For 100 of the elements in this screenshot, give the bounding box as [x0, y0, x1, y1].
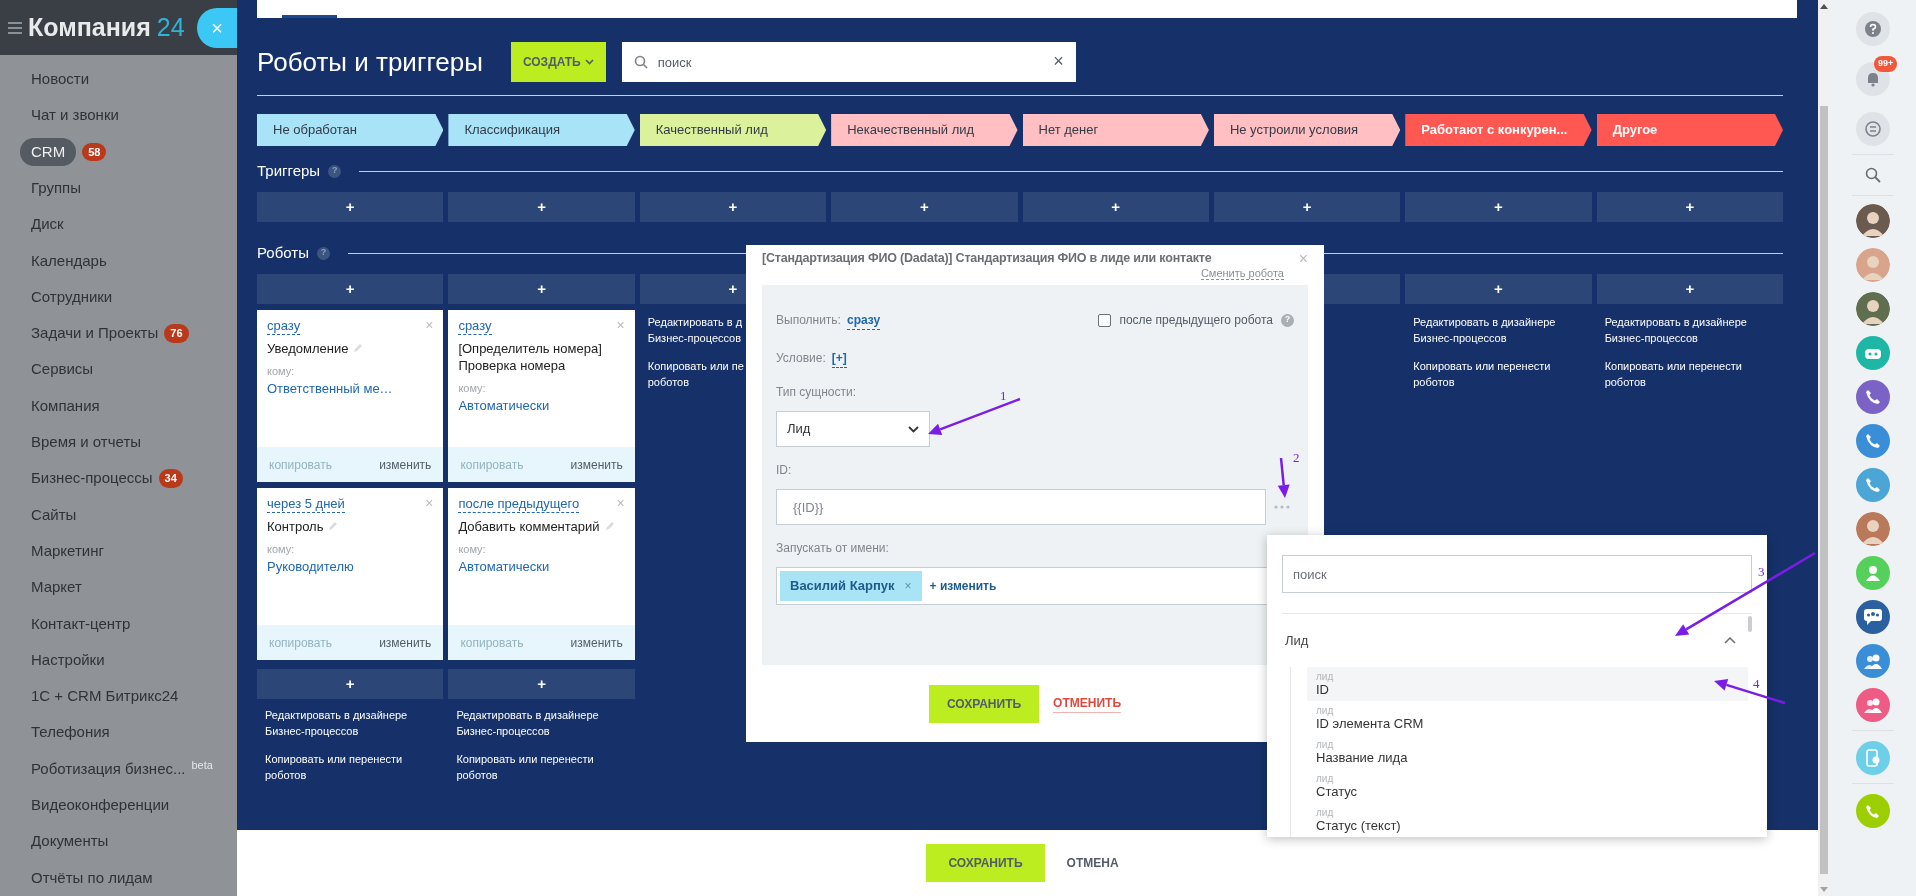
- field-option[interactable]: лид Статус: [1307, 769, 1748, 803]
- action-link[interactable]: Редактировать в дизайнере Бизнес-процессов: [456, 707, 635, 739]
- add-robot-button[interactable]: +: [448, 274, 635, 304]
- stage-tab[interactable]: Работают с конкурен...: [1405, 114, 1592, 146]
- scroll-up-icon[interactable]: [1820, 4, 1828, 9]
- cancel-button[interactable]: ОТМЕНА: [1066, 854, 1119, 872]
- recipient-link[interactable]: Автоматически: [458, 557, 625, 577]
- avatar-icon[interactable]: [1856, 292, 1890, 326]
- menu-item[interactable]: Документы: [31, 830, 109, 853]
- phone-icon[interactable]: [1856, 468, 1890, 502]
- edit-link[interactable]: изменить: [379, 455, 432, 474]
- create-button[interactable]: СОЗДАТЬ: [510, 42, 606, 82]
- menu-item[interactable]: Маркетинг: [31, 539, 104, 563]
- action-link[interactable]: Копировать или перенести роботов: [456, 751, 635, 783]
- recipient-link[interactable]: Руководителю: [267, 557, 434, 577]
- field-option[interactable]: лид Статус (текст): [1307, 803, 1748, 837]
- cancel-link[interactable]: ОТМЕНИТЬ: [1053, 694, 1121, 713]
- add-condition-link[interactable]: [+]: [831, 348, 847, 368]
- menu-item[interactable]: Время и отчеты: [31, 431, 142, 454]
- save-button[interactable]: СОХРАНИТЬ: [929, 684, 1040, 723]
- stage-tab[interactable]: Не устроили условия: [1213, 114, 1401, 146]
- entity-select[interactable]: Лид: [776, 411, 930, 447]
- edit-link[interactable]: изменить: [379, 633, 432, 652]
- stage-tab[interactable]: Другое: [1596, 114, 1783, 146]
- checkbox-label[interactable]: после предыдущего робота: [1119, 311, 1273, 329]
- delay-link[interactable]: сразу: [458, 318, 492, 335]
- menu-item[interactable]: Новости: [31, 68, 90, 91]
- menu-item[interactable]: 1С + CRM Битрикс24: [31, 685, 179, 708]
- menu-item[interactable]: Диск: [31, 213, 64, 236]
- user-chip[interactable]: Василий Карпук ×: [780, 571, 922, 601]
- delay-link[interactable]: через 5 дней: [267, 496, 345, 513]
- scrollbar-thumb[interactable]: [1748, 616, 1752, 632]
- add-trigger-button[interactable]: +: [1405, 192, 1592, 222]
- help-icon[interactable]: [1856, 12, 1890, 46]
- group-header[interactable]: Лид: [1282, 614, 1748, 667]
- menu-item[interactable]: Задачи и Проекты: [31, 322, 159, 345]
- menu-item[interactable]: Календарь: [31, 249, 107, 273]
- add-trigger-button[interactable]: +: [1213, 192, 1401, 222]
- delay-link[interactable]: сразу: [267, 318, 301, 335]
- menu-icon[interactable]: [8, 21, 22, 34]
- field-option[interactable]: лид Название лида: [1307, 735, 1748, 769]
- menu-item[interactable]: Чат и звонки: [31, 104, 119, 127]
- id-field[interactable]: {{ID}}: [776, 489, 1266, 525]
- scrollbar-thumb[interactable]: [1820, 106, 1828, 874]
- action-link[interactable]: Копировать или перенести роботов: [265, 751, 444, 783]
- save-button[interactable]: СОХРАНИТЬ: [926, 844, 1045, 882]
- delay-link[interactable]: после предыдущего: [458, 496, 580, 513]
- clear-button[interactable]: ×: [1053, 51, 1064, 71]
- stage-tab[interactable]: Не обработан: [257, 114, 444, 146]
- action-link[interactable]: Копировать или перенести роботов: [1604, 358, 1783, 390]
- add-trigger-button[interactable]: +: [831, 192, 1018, 222]
- menu-item[interactable]: Сотрудники: [31, 285, 113, 309]
- menu-item[interactable]: Сайты: [31, 503, 77, 527]
- menu-item[interactable]: Телефония: [31, 721, 110, 744]
- checkbox[interactable]: [1098, 313, 1112, 327]
- group-icon[interactable]: [1856, 688, 1890, 722]
- action-link[interactable]: Редактировать в дизайнере Бизнес-процессов: [265, 707, 444, 739]
- action-link[interactable]: Копировать или перенести роботов: [1413, 358, 1592, 390]
- group-icon[interactable]: [1856, 644, 1890, 678]
- edit-link[interactable]: изменить: [570, 633, 623, 652]
- action-link[interactable]: Редактировать в дизайнере Бизнес-процессов: [1413, 314, 1592, 346]
- recipient-link[interactable]: Автоматически: [458, 396, 625, 416]
- menu-item[interactable]: Бизнес-процессы: [31, 467, 153, 490]
- add-robot-button[interactable]: +: [257, 669, 444, 699]
- menu-item[interactable]: Роботизация бизнес...: [31, 757, 186, 781]
- edit-link[interactable]: изменить: [570, 455, 623, 474]
- bot-icon[interactable]: [1856, 336, 1890, 370]
- more-icon[interactable]: [1274, 505, 1290, 509]
- add-trigger-button[interactable]: +: [639, 192, 827, 222]
- add-robot-button[interactable]: +: [257, 274, 444, 304]
- menu-item[interactable]: Компания: [31, 394, 100, 418]
- phone-icon[interactable]: [1856, 424, 1890, 458]
- add-trigger-button[interactable]: +: [257, 192, 444, 222]
- menu-item[interactable]: Сервисы: [31, 358, 94, 381]
- stage-tab[interactable]: Некачественный лид: [831, 114, 1018, 146]
- stage-tab[interactable]: Качественный лид: [639, 114, 827, 146]
- field-option[interactable]: лид ID: [1307, 667, 1748, 701]
- add-trigger-button[interactable]: +: [1596, 192, 1783, 222]
- stage-tab[interactable]: Классификация: [448, 114, 635, 146]
- menu-item[interactable]: Видеоконференции: [31, 794, 170, 817]
- menu-item[interactable]: Настройки: [31, 648, 105, 672]
- avatar-icon[interactable]: [1856, 512, 1890, 546]
- search-field[interactable]: поиск: [1282, 555, 1752, 593]
- menu-item[interactable]: Отчёты по лидам: [31, 866, 153, 890]
- avatar-icon[interactable]: [1856, 204, 1890, 238]
- add-trigger-button[interactable]: +: [1022, 192, 1209, 222]
- stage-tab[interactable]: Нет денег: [1022, 114, 1209, 146]
- change-robot-link[interactable]: Сменить робота: [1200, 267, 1284, 280]
- menu-item[interactable]: CRM: [20, 137, 77, 167]
- search-icon[interactable]: [1865, 167, 1881, 183]
- add-robot-button[interactable]: +: [1405, 274, 1592, 304]
- add-trigger-button[interactable]: +: [448, 192, 635, 222]
- menu-item[interactable]: Контакт-центр: [31, 612, 131, 635]
- menu-item[interactable]: Группы: [31, 176, 81, 200]
- chat-icon[interactable]: [1856, 112, 1890, 146]
- delay-link[interactable]: сразу: [846, 310, 881, 330]
- add-robot-button[interactable]: +: [448, 669, 635, 699]
- scroll-down-icon[interactable]: [1820, 887, 1828, 892]
- field-option[interactable]: лид ID элемента CRM: [1307, 701, 1748, 735]
- user-icon[interactable]: [1856, 556, 1890, 590]
